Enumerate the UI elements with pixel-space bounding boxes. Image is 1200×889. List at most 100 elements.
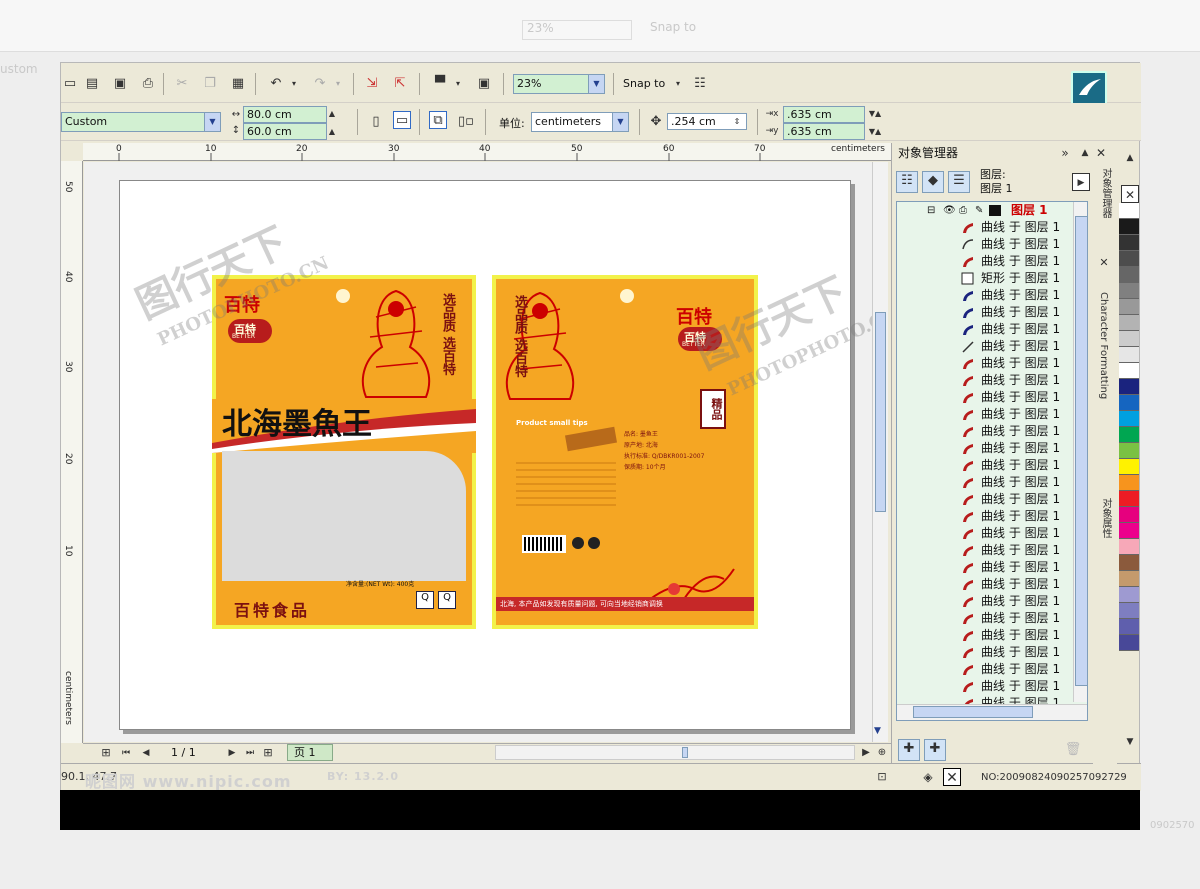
object-row[interactable]: 曲线 于 图层 1 (897, 440, 1073, 457)
color-swatch[interactable] (1119, 203, 1139, 219)
tree-hscrollbar[interactable] (897, 704, 1087, 720)
scrollbar-thumb[interactable] (682, 747, 688, 758)
page-tab[interactable]: 页 1 (287, 744, 333, 761)
welcome-screen-icon[interactable]: ▣ (475, 75, 493, 93)
docker-minimize-icon[interactable]: ▲ (1076, 144, 1094, 162)
color-swatch[interactable] (1119, 491, 1139, 507)
docker-expand-icon[interactable]: » (1056, 144, 1074, 162)
object-row[interactable]: 曲线 于 图层 1 (897, 610, 1073, 627)
object-row[interactable]: 曲线 于 图层 1 (897, 644, 1073, 661)
color-swatch[interactable] (1119, 523, 1139, 539)
color-swatch[interactable] (1119, 283, 1139, 299)
object-row[interactable]: 曲线 于 图层 1 (897, 508, 1073, 525)
import-icon[interactable]: ⇲ (363, 75, 381, 93)
snap-to-label[interactable]: Snap to (623, 76, 665, 92)
object-row[interactable]: 曲线 于 图层 1 (897, 219, 1073, 236)
color-swatch[interactable] (1119, 363, 1139, 379)
object-row[interactable]: 曲线 于 图层 1 (897, 474, 1073, 491)
chevron-down-icon[interactable]: ▼ (204, 113, 220, 131)
scroll-down-icon[interactable]: ▼ (874, 726, 881, 736)
color-swatch[interactable] (1119, 395, 1139, 411)
duplicate-x-field[interactable]: .635 cm (783, 106, 865, 123)
color-swatch[interactable] (1119, 427, 1139, 443)
object-row[interactable]: 曲线 于 图层 1 (897, 253, 1073, 270)
object-row[interactable]: 曲线 于 图层 1 (897, 355, 1073, 372)
object-row[interactable]: 曲线 于 图层 1 (897, 525, 1073, 542)
launcher-dropdown-icon[interactable]: ▾ (449, 75, 467, 93)
object-row[interactable]: 曲线 于 图层 1 (897, 389, 1073, 406)
close-icon[interactable]: ✕ (1095, 254, 1113, 272)
options-icon[interactable]: ☷ (691, 75, 709, 93)
tab-object-properties[interactable]: 对象属性 (1098, 498, 1113, 578)
eye-icon[interactable]: 👁 (943, 202, 956, 219)
color-swatch[interactable] (1119, 299, 1139, 315)
save-icon[interactable]: ▣ (111, 75, 129, 93)
color-swatch[interactable] (1119, 411, 1139, 427)
object-row[interactable]: 曲线 于 图层 1 (897, 423, 1073, 440)
object-row[interactable]: 曲线 于 图层 1 (897, 287, 1073, 304)
layer-manager-view-icon[interactable]: ☰ (948, 171, 970, 193)
open-icon[interactable]: ▤ (83, 75, 101, 93)
object-row[interactable]: 曲线 于 图层 1 (897, 491, 1073, 508)
printer-icon[interactable]: ⎙ (959, 202, 967, 219)
chevron-down-icon[interactable]: ▼ (612, 113, 628, 131)
redo-dropdown-icon[interactable]: ▾ (329, 75, 347, 93)
drawing-page[interactable]: 百特 百特 BETTER 选品质 选百特 北海墨魚王 净含量:(NET Wt):… (119, 180, 872, 730)
print-icon[interactable]: ⎙ (139, 75, 157, 93)
new-layer-icon[interactable]: ✚ (898, 739, 920, 761)
add-page-after-icon[interactable]: ⊞ (259, 744, 277, 762)
new-document-icon[interactable]: ▭ (61, 75, 79, 93)
color-swatch[interactable] (1119, 587, 1139, 603)
color-swatch[interactable] (1119, 459, 1139, 475)
object-row[interactable]: 曲线 于 图层 1 (897, 321, 1073, 338)
color-palette[interactable] (1119, 203, 1139, 753)
horizontal-ruler[interactable]: 0 10 20 30 40 50 60 70 centimeters (83, 143, 891, 161)
object-row[interactable]: 曲线 于 图层 1 (897, 457, 1073, 474)
next-page-icon[interactable]: ▶ (223, 744, 241, 762)
fill-icon[interactable]: ◈ (919, 768, 937, 786)
current-page-icon[interactable]: ▯▫ (457, 113, 475, 131)
color-swatch[interactable] (1119, 251, 1139, 267)
spin-icon[interactable]: ▼▲ (865, 123, 885, 141)
object-row[interactable]: 曲线 于 图层 1 (897, 236, 1073, 253)
flyout-menu-icon[interactable]: ▶ (1072, 173, 1090, 191)
paste-icon[interactable]: ▦ (229, 75, 247, 93)
color-swatch[interactable] (1119, 235, 1139, 251)
collapse-icon[interactable]: ⊟ (927, 202, 935, 219)
portrait-icon[interactable]: ▯ (367, 113, 385, 131)
ruler-origin[interactable] (61, 143, 83, 161)
zoom-level-combo[interactable]: 23% ▼ (513, 74, 605, 94)
object-row[interactable]: 曲线 于 图层 1 (897, 372, 1073, 389)
tree-vscrollbar[interactable] (1073, 202, 1087, 702)
object-row[interactable]: 曲线 于 图层 1 (897, 678, 1073, 695)
color-swatch[interactable] (1119, 635, 1139, 651)
object-row[interactable]: 矩形 于 图层 1 (897, 270, 1073, 287)
palette-scroll-up-icon[interactable]: ▲ (1121, 149, 1139, 167)
tab-object-manager[interactable]: 对象管理器 (1098, 168, 1113, 268)
color-swatch[interactable] (1119, 507, 1139, 523)
all-pages-icon[interactable]: ⧉ (429, 111, 447, 129)
object-row[interactable]: 曲线 于 图层 1 (897, 661, 1073, 678)
page-width-field[interactable]: 80.0 cm (243, 106, 327, 123)
color-swatch[interactable] (1119, 267, 1139, 283)
pencil-icon[interactable]: ✎ (975, 202, 983, 219)
drawing-canvas[interactable]: 百特 百特 BETTER 选品质 选百特 北海墨魚王 净含量:(NET Wt):… (84, 162, 872, 742)
copy-icon[interactable]: ❐ (201, 75, 219, 93)
color-swatch[interactable] (1119, 443, 1139, 459)
object-row[interactable]: 曲线 于 图层 1 (897, 304, 1073, 321)
delete-icon[interactable]: 🗑 (1064, 741, 1082, 759)
show-properties-icon[interactable]: ☷ (896, 171, 918, 193)
landscape-icon[interactable]: ▭ (393, 111, 411, 129)
color-swatch[interactable] (1119, 331, 1139, 347)
object-row[interactable]: 曲线 于 图层 1 (897, 406, 1073, 423)
object-row[interactable]: 曲线 于 图层 1 (897, 627, 1073, 644)
object-row[interactable]: 曲线 于 图层 1 (897, 542, 1073, 559)
undo-dropdown-icon[interactable]: ▾ (285, 75, 303, 93)
color-swatch[interactable] (1119, 603, 1139, 619)
first-page-icon[interactable]: ⏮ (117, 744, 135, 762)
page-height-field[interactable]: 60.0 cm (243, 123, 327, 140)
spin-icon[interactable]: ▲ (327, 123, 337, 141)
export-icon[interactable]: ⇱ (391, 75, 409, 93)
edit-across-layers-icon[interactable]: ◆ (922, 171, 944, 193)
scrollbar-thumb[interactable] (875, 312, 886, 512)
